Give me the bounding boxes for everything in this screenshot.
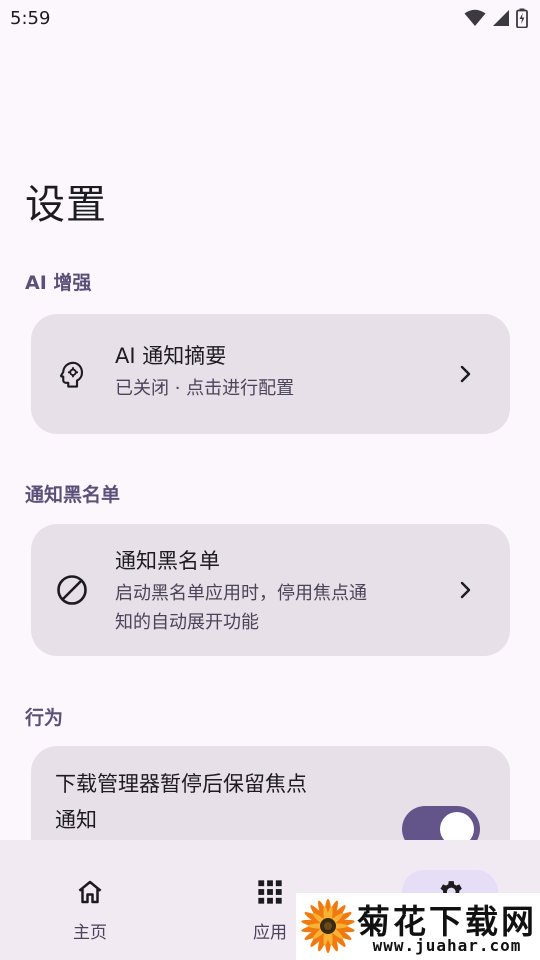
status-time: 5:59 xyxy=(10,7,51,29)
battery-charging-icon xyxy=(516,8,528,28)
keep-focus-title-line2: 通知 xyxy=(55,808,97,832)
status-icons xyxy=(464,8,528,28)
ai-summary-title: AI 通知摘要 xyxy=(115,344,227,368)
home-icon xyxy=(78,880,102,904)
apps-grid-icon xyxy=(258,880,282,904)
notification-blacklist-item[interactable]: 通知黑名单 启动黑名单应用时，停用焦点通 知的自动展开功能 xyxy=(31,524,510,656)
chevron-right-icon xyxy=(456,364,476,384)
ai-brain-icon xyxy=(55,357,89,391)
blacklist-subtitle-line1: 启动黑名单应用时，停用焦点通 xyxy=(115,583,367,604)
signal-icon xyxy=(493,10,509,26)
chrysanthemum-logo-icon xyxy=(301,899,355,953)
keep-focus-title-line1: 下载管理器暂停后保留焦点 xyxy=(55,772,307,796)
status-bar: 5:59 xyxy=(0,0,540,36)
nav-icon-wrap xyxy=(42,870,138,914)
nav-label-home: 主页 xyxy=(73,923,107,943)
section-header-behavior: 行为 xyxy=(25,707,64,729)
ai-summary-subtitle: 已关闭 · 点击进行配置 xyxy=(115,378,295,399)
ai-notification-summary-item[interactable]: AI 通知摘要 已关闭 · 点击进行配置 xyxy=(31,314,510,434)
keep-focus-title: 下载管理器暂停后保留焦点 通知 xyxy=(55,766,385,838)
watermark-url: www.juahar.com xyxy=(372,936,522,955)
nav-item-home[interactable]: 主页 xyxy=(0,840,180,960)
chevron-right-icon xyxy=(456,580,476,600)
blacklist-text: 通知黑名单 启动黑名单应用时，停用焦点通 知的自动展开功能 xyxy=(115,546,440,637)
watermark-logo: 菊花下载网 www.juahar.com xyxy=(296,893,540,960)
section-header-ai: AI 增强 xyxy=(25,272,92,294)
blacklist-title: 通知黑名单 xyxy=(115,549,220,573)
wifi-icon xyxy=(464,9,486,26)
blacklist-subtitle-line2: 知的自动展开功能 xyxy=(115,612,259,633)
page-title: 设置 xyxy=(25,182,107,228)
block-icon xyxy=(55,573,89,607)
ai-summary-text: AI 通知摘要 已关闭 · 点击进行配置 xyxy=(115,341,454,403)
nav-label-apps: 应用 xyxy=(253,923,287,943)
section-header-blacklist: 通知黑名单 xyxy=(25,484,121,506)
